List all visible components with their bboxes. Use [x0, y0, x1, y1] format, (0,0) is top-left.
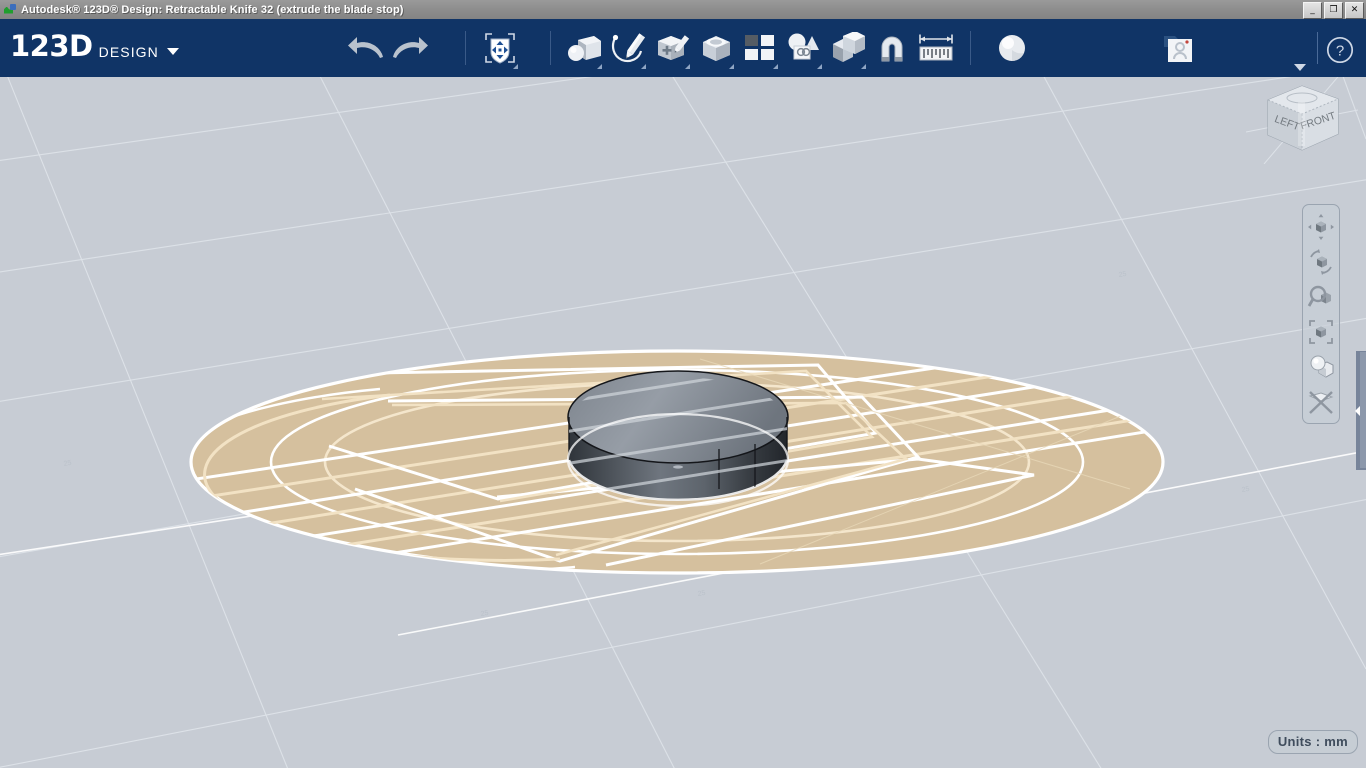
brand-name: 123D	[10, 32, 93, 61]
svg-text:25: 25	[1118, 271, 1127, 279]
magnet-snap-icon	[874, 32, 910, 64]
redo-arrow-icon	[391, 35, 429, 61]
grab-button[interactable]	[1156, 24, 1200, 72]
fit-to-window-icon	[1307, 318, 1335, 346]
construct-cube-icon	[652, 32, 692, 64]
orbit-icon	[1307, 248, 1335, 276]
restore-button[interactable]: ❐	[1324, 2, 1343, 19]
svg-text:25: 25	[697, 590, 706, 598]
hide-sketch-button[interactable]	[1305, 385, 1337, 418]
divider	[970, 31, 971, 65]
pan-icon	[1307, 213, 1335, 241]
application-window: Autodesk® 123D® Design: Retractable Knif…	[0, 0, 1366, 768]
pattern-button[interactable]	[738, 24, 782, 72]
modify-button[interactable]	[694, 24, 738, 72]
application-toolbar: 123D DESIGN	[0, 19, 1366, 77]
view-cube[interactable]: LEFT FRONT	[1246, 72, 1358, 164]
app-icon	[3, 3, 17, 17]
undo-arrow-icon	[347, 35, 385, 61]
ruler-measure-icon	[915, 31, 957, 65]
chevron-down-icon[interactable]	[729, 64, 734, 69]
minimize-button[interactable]: _	[1303, 2, 1322, 19]
toolbar-group-modeling	[562, 19, 958, 77]
svg-text:25: 25	[63, 460, 72, 468]
viewport-3d[interactable]: 25 25 25 25 25 25 25	[0, 19, 1366, 768]
toolbar-separator-3	[960, 19, 981, 77]
grouping-button[interactable]	[782, 24, 826, 72]
primitives-icon	[564, 33, 604, 63]
construct-button[interactable]	[650, 24, 694, 72]
display-style-icon	[1307, 353, 1335, 381]
question-mark-icon: ?	[1326, 36, 1354, 64]
close-button[interactable]: ✕	[1345, 2, 1364, 19]
sketch-pencil-icon	[608, 32, 648, 64]
toolbar-group-history	[344, 19, 432, 77]
navigation-toolbar	[1302, 204, 1340, 424]
chevron-down-icon[interactable]	[817, 64, 822, 69]
brand-logo[interactable]: 123D DESIGN	[10, 32, 179, 61]
toolbar-group-appearance	[990, 19, 1034, 77]
window-controls: _ ❐ ✕	[1303, 2, 1364, 19]
units-badge[interactable]: Units : mm	[1268, 730, 1358, 754]
display-style-button[interactable]	[1305, 350, 1337, 383]
svg-text:25: 25	[1241, 486, 1250, 494]
grouping-icon	[784, 32, 824, 64]
zoom-button[interactable]	[1305, 280, 1337, 313]
orbit-button[interactable]	[1305, 245, 1337, 278]
primitives-button[interactable]	[562, 24, 606, 72]
combine-icon	[828, 32, 868, 64]
help-button[interactable]: ?	[1326, 36, 1354, 64]
material-button[interactable]	[990, 24, 1034, 72]
divider	[1317, 32, 1318, 64]
measure-button[interactable]	[914, 24, 958, 72]
material-sphere-icon	[996, 32, 1028, 64]
pan-button[interactable]	[1305, 210, 1337, 243]
redo-button[interactable]	[388, 24, 432, 72]
toolbar-group-capture	[1156, 19, 1200, 77]
grab-snapshot-icon	[1158, 31, 1198, 65]
fit-button[interactable]	[1305, 315, 1337, 348]
window-title-bar: Autodesk® 123D® Design: Retractable Knif…	[0, 0, 1366, 20]
zoom-magnifier-icon	[1307, 283, 1335, 311]
chevron-down-icon[interactable]	[773, 64, 778, 69]
chevron-down-icon[interactable]	[685, 64, 690, 69]
sketch-button[interactable]	[606, 24, 650, 72]
pattern-grid-icon	[742, 33, 778, 63]
brand-suffix: DESIGN	[99, 45, 159, 61]
toolbar-overflow-caret[interactable]	[1294, 64, 1306, 71]
chevron-down-icon[interactable]	[513, 64, 518, 69]
hide-sketch-icon	[1307, 388, 1335, 416]
svg-text:25: 25	[480, 610, 489, 618]
chevron-down-icon[interactable]	[597, 64, 602, 69]
chevron-down-icon[interactable]	[167, 48, 179, 55]
svg-text:?: ?	[1336, 43, 1344, 60]
divider	[465, 31, 466, 65]
move-transform-icon	[480, 28, 520, 68]
right-scrollbar[interactable]	[1360, 352, 1366, 468]
undo-button[interactable]	[344, 24, 388, 72]
combine-button[interactable]	[826, 24, 870, 72]
scene-canvas: 25 25 25 25 25 25 25	[0, 19, 1366, 768]
snap-button[interactable]	[870, 24, 914, 72]
chevron-down-icon[interactable]	[641, 64, 646, 69]
transform-button[interactable]	[478, 24, 522, 72]
window-title: Autodesk® 123D® Design: Retractable Knif…	[21, 4, 404, 16]
chevron-down-icon[interactable]	[861, 64, 866, 69]
toolbar-separator-1	[455, 19, 476, 77]
toolbar-separator-2	[540, 19, 561, 77]
modify-box-icon	[696, 33, 736, 63]
divider	[550, 31, 551, 65]
toolbar-group-transform	[478, 19, 522, 77]
